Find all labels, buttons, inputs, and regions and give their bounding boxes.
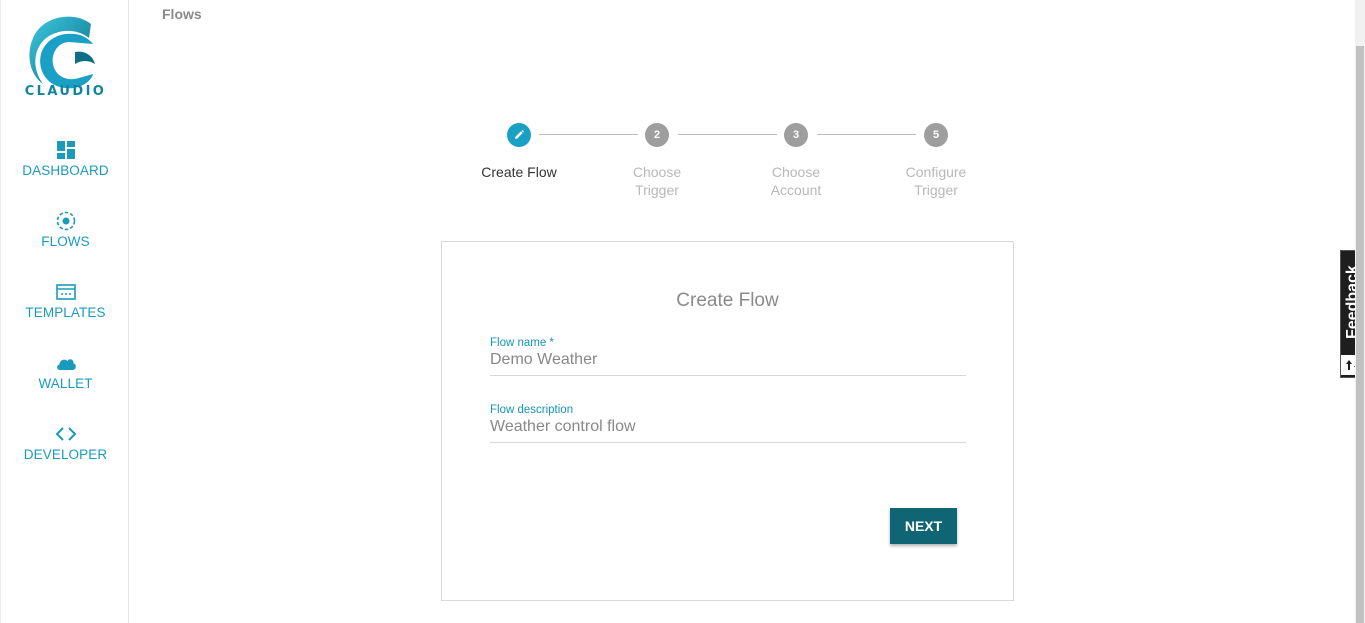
step-connector (817, 134, 916, 135)
flow-description-input[interactable] (490, 416, 966, 443)
sidebar-item-flows[interactable]: FLOWS (1, 210, 130, 249)
create-flow-card: Create Flow Flow name * Flow description… (441, 241, 1014, 601)
sidebar-item-label: WALLET (38, 376, 93, 391)
step-2-circle[interactable]: 2 (645, 123, 669, 147)
code-icon (55, 427, 76, 441)
step-3-label: Choose Account (770, 164, 822, 198)
sidebar-item-label: FLOWS (41, 234, 90, 249)
step-3-circle[interactable]: 3 (784, 123, 808, 147)
step-connector (678, 134, 777, 135)
flow-name-input[interactable] (490, 349, 966, 376)
sidebar-item-dashboard[interactable]: DASHBOARD (1, 139, 130, 178)
sidebar-item-wallet[interactable]: WALLET (1, 352, 130, 391)
sidebar-item-label: TEMPLATES (25, 305, 106, 320)
dashboard-icon (56, 141, 75, 159)
step-connector (539, 134, 638, 135)
flow-name-label: Flow name * (490, 337, 554, 349)
stepper: 2 3 5 Create Flow Choose Trigger Choose … (460, 120, 1000, 210)
flow-description-label: Flow description (490, 404, 574, 416)
step-1-label: Create Flow (481, 164, 557, 180)
sidebar-item-templates[interactable]: TEMPLATES (1, 281, 130, 320)
step-5-label: Configure Trigger (905, 164, 967, 198)
flow-name-field: Flow name * (490, 337, 966, 376)
sidebar-item-developer[interactable]: DEVELOPER (1, 423, 130, 462)
cloud-icon (56, 359, 76, 370)
card-title: Create Flow (676, 290, 779, 311)
templates-icon (55, 284, 76, 300)
flows-icon (56, 211, 75, 231)
step-2-label: Choose Trigger (632, 164, 682, 198)
next-button[interactable]: NEXT (890, 508, 957, 544)
scrollbar[interactable] (1355, 0, 1365, 623)
step-1-circle[interactable] (507, 123, 531, 147)
logo-text: CLAUDIO (24, 84, 107, 99)
pencil-icon (515, 130, 524, 139)
breadcrumb: Flows (162, 6, 202, 22)
sidebar-item-label: DASHBOARD (22, 163, 109, 178)
sidebar-item-label: DEVELOPER (23, 447, 108, 462)
flow-description-field: Flow description (490, 404, 966, 443)
step-5-circle[interactable]: 5 (924, 123, 948, 147)
scrollbar-thumb[interactable] (1356, 46, 1364, 623)
sidebar: CLAUDIO DASHBOARD FLOWS TEMPLATES WALLET… (0, 0, 129, 623)
